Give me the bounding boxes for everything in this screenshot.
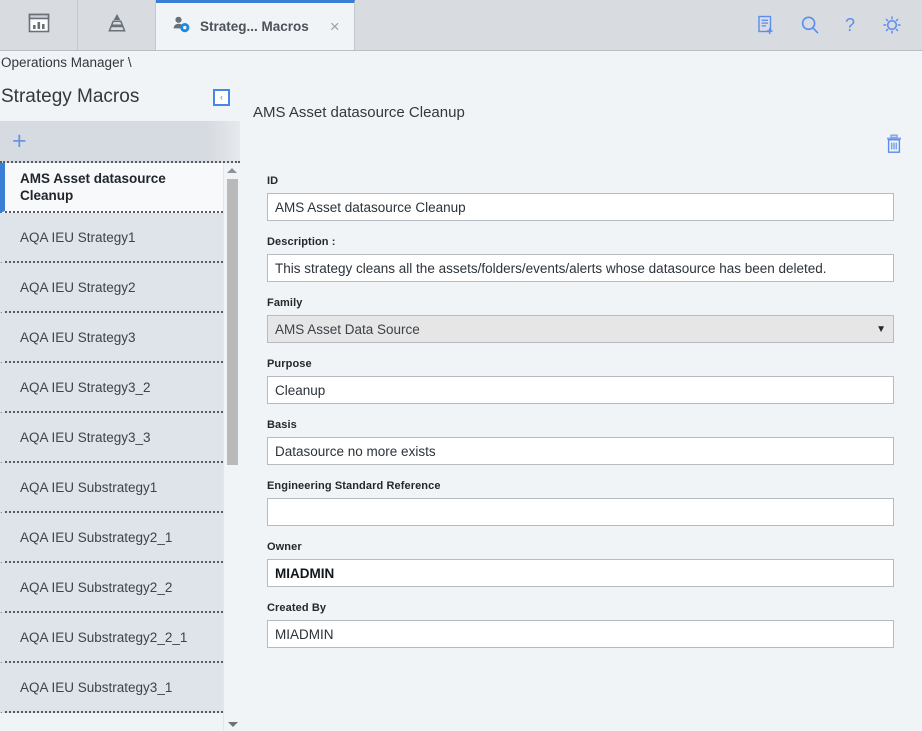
new-document-icon[interactable]	[755, 14, 777, 36]
scroll-down-button[interactable]	[224, 717, 240, 731]
list-item-label: AQA IEU Strategy3	[20, 329, 136, 345]
search-icon[interactable]	[799, 14, 821, 36]
scroll-up-button[interactable]	[224, 163, 240, 177]
form-field: Basis Datasource no more exists	[267, 419, 894, 465]
form-field: Description : This strategy cleans all th…	[267, 236, 894, 282]
delete-button[interactable]	[884, 133, 904, 155]
field-input[interactable]: Datasource no more exists	[267, 437, 894, 465]
form-field: Purpose Cleanup	[267, 358, 894, 404]
list-item-label: AMS Asset datasource Cleanup	[20, 171, 166, 203]
dashboard-button[interactable]	[0, 0, 78, 50]
list-item[interactable]: AQA IEU Strategy3	[0, 313, 223, 363]
svg-text:?: ?	[845, 15, 855, 35]
form-field: Owner MIADMIN	[267, 541, 894, 587]
app-toolbar: Strateg... Macros × ?	[0, 0, 922, 51]
list-item[interactable]: AQA IEU Strategy3_3	[0, 413, 223, 463]
field-select[interactable]: AMS Asset Data Source ▼	[267, 315, 894, 343]
breadcrumb[interactable]: Operations Manager \	[0, 51, 922, 73]
toolbar-actions: ?	[755, 0, 922, 50]
list-item-label: AQA IEU Substrategy2_1	[20, 529, 173, 545]
field-label: Basis	[267, 419, 297, 431]
tab-label: Strateg... Macros	[200, 19, 309, 34]
form-field: Family AMS Asset Data Source ▼	[267, 297, 894, 343]
dashboard-icon	[27, 11, 51, 40]
list-item[interactable]: AQA IEU Substrategy2_2_1	[0, 613, 223, 663]
sidebar-scrollbar[interactable]	[223, 163, 240, 731]
field-value: This strategy cleans all the assets/fold…	[275, 260, 827, 276]
list-item[interactable]: AQA IEU Substrategy2_2	[0, 563, 223, 613]
field-label: ID	[267, 175, 279, 187]
detail-panel: AMS Asset datasource Cleanup ID AMS Asset…	[240, 73, 922, 731]
help-icon[interactable]: ?	[843, 14, 859, 36]
field-label: Purpose	[267, 358, 312, 370]
field-input[interactable]: Cleanup	[267, 376, 894, 404]
list-item-label: AQA IEU Substrategy2_2_1	[20, 629, 188, 645]
list-item[interactable]: AQA IEU Strategy3_2	[0, 363, 223, 413]
detail-title: AMS Asset datasource Cleanup	[253, 104, 465, 121]
chevron-left-icon: ‹	[220, 91, 223, 102]
field-value: MIADMIN	[275, 626, 334, 642]
close-icon[interactable]: ×	[330, 18, 340, 35]
field-input[interactable]	[267, 498, 894, 526]
strategy-macro-form: ID AMS Asset datasource Cleanup Descriptio…	[240, 155, 922, 648]
field-value: Datasource no more exists	[275, 443, 436, 459]
field-value: AMS Asset Data Source	[275, 321, 420, 337]
field-label: Created By	[267, 602, 327, 614]
add-strategy-macro-button[interactable]: +	[0, 121, 240, 163]
sidebar: Strategy Macros ‹ + AMS Asset datasource…	[0, 73, 240, 731]
list-item-label: AQA IEU Strategy3_3	[20, 429, 151, 445]
list-item-label: AQA IEU Substrategy2_2	[20, 579, 173, 595]
detail-toolbar	[240, 133, 922, 155]
chevron-up-icon	[227, 167, 237, 173]
field-value: AMS Asset datasource Cleanup	[275, 199, 466, 215]
trash-icon	[887, 134, 901, 153]
page-title: Strategy Macros	[1, 86, 140, 107]
field-input[interactable]: This strategy cleans all the assets/fold…	[267, 254, 894, 282]
scrollbar-thumb[interactable]	[227, 179, 238, 465]
field-value: Cleanup	[275, 382, 326, 398]
strategy-macro-list-container: AMS Asset datasource Cleanup AQA IEU Stra…	[0, 163, 240, 731]
list-item-label: AQA IEU Substrategy1	[20, 479, 158, 495]
sidebar-header: Strategy Macros ‹	[0, 73, 240, 121]
strategy-macros-icon	[172, 15, 191, 39]
list-item[interactable]: AQA IEU Substrategy2_1	[0, 513, 223, 563]
list-item[interactable]: AQA IEU Substrategy3_1	[0, 663, 223, 713]
list-item[interactable]: AMS Asset datasource Cleanup	[0, 163, 223, 213]
field-input[interactable]: AMS Asset datasource Cleanup	[267, 193, 894, 221]
hierarchy-button[interactable]	[78, 0, 156, 50]
field-label: Owner	[267, 541, 302, 553]
gear-icon[interactable]	[881, 14, 903, 36]
field-input[interactable]: MIADMIN	[267, 559, 894, 587]
list-item[interactable]: AQA IEU Substrategy1	[0, 463, 223, 513]
field-label: Description :	[267, 236, 336, 248]
form-field: Engineering Standard Reference	[267, 480, 894, 526]
chevron-down-icon: ▼	[876, 323, 886, 335]
form-field: Created By MIADMIN	[267, 602, 894, 648]
field-label: Engineering Standard Reference	[267, 480, 441, 492]
list-item-label: AQA IEU Strategy2	[20, 279, 136, 295]
field-label: Family	[267, 297, 303, 309]
strategy-macro-list: AMS Asset datasource Cleanup AQA IEU Stra…	[0, 163, 223, 713]
pyramid-icon	[104, 11, 130, 40]
list-item[interactable]: AQA IEU Strategy2	[0, 263, 223, 313]
list-item-label: AQA IEU Strategy3_2	[20, 379, 151, 395]
plus-icon: +	[12, 126, 27, 155]
field-value: MIADMIN	[275, 565, 335, 581]
tab-strategy-macros[interactable]: Strateg... Macros ×	[156, 0, 355, 50]
list-item[interactable]: AQA IEU Strategy1	[0, 213, 223, 263]
list-item-label: AQA IEU Substrategy3_1	[20, 679, 173, 695]
collapse-panel-button[interactable]: ‹	[213, 88, 230, 106]
field-input[interactable]: MIADMIN	[267, 620, 894, 648]
chevron-down-icon	[227, 721, 238, 727]
list-item-label: AQA IEU Strategy1	[20, 229, 136, 245]
form-field: ID AMS Asset datasource Cleanup	[267, 175, 894, 221]
